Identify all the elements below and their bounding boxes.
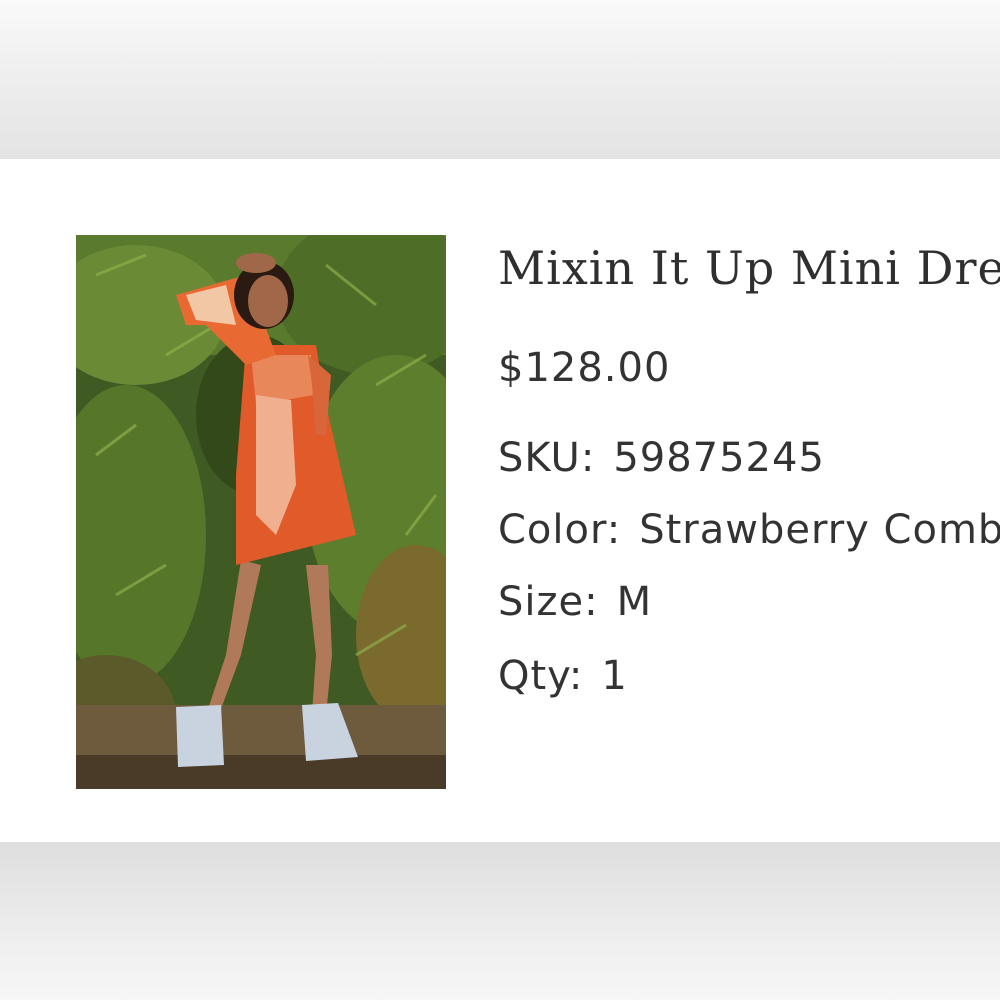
size-row: Size: M (498, 579, 652, 625)
size-value: M (616, 579, 653, 625)
product-price: $128.00 (498, 345, 671, 391)
qty-value: 1 (601, 653, 628, 699)
color-value: Strawberry Combo (639, 507, 1000, 553)
qty-label: Qty: (498, 653, 584, 699)
sku-label: SKU: (498, 435, 596, 481)
sku-row: SKU: 59875245 (498, 435, 825, 481)
color-row: Color: Strawberry Combo (498, 507, 1000, 553)
sku-value: 59875245 (613, 435, 825, 481)
bottom-background-band (0, 842, 1000, 1000)
product-card: Mixin It Up Mini Dress $128.00 SKU: 59875… (0, 158, 1000, 843)
color-label: Color: (498, 507, 622, 553)
size-label: Size: (498, 579, 599, 625)
product-photo[interactable] (76, 235, 446, 789)
qty-row: Qty: 1 (498, 653, 628, 699)
product-title[interactable]: Mixin It Up Mini Dress (498, 241, 1000, 295)
top-background-band (0, 0, 1000, 158)
